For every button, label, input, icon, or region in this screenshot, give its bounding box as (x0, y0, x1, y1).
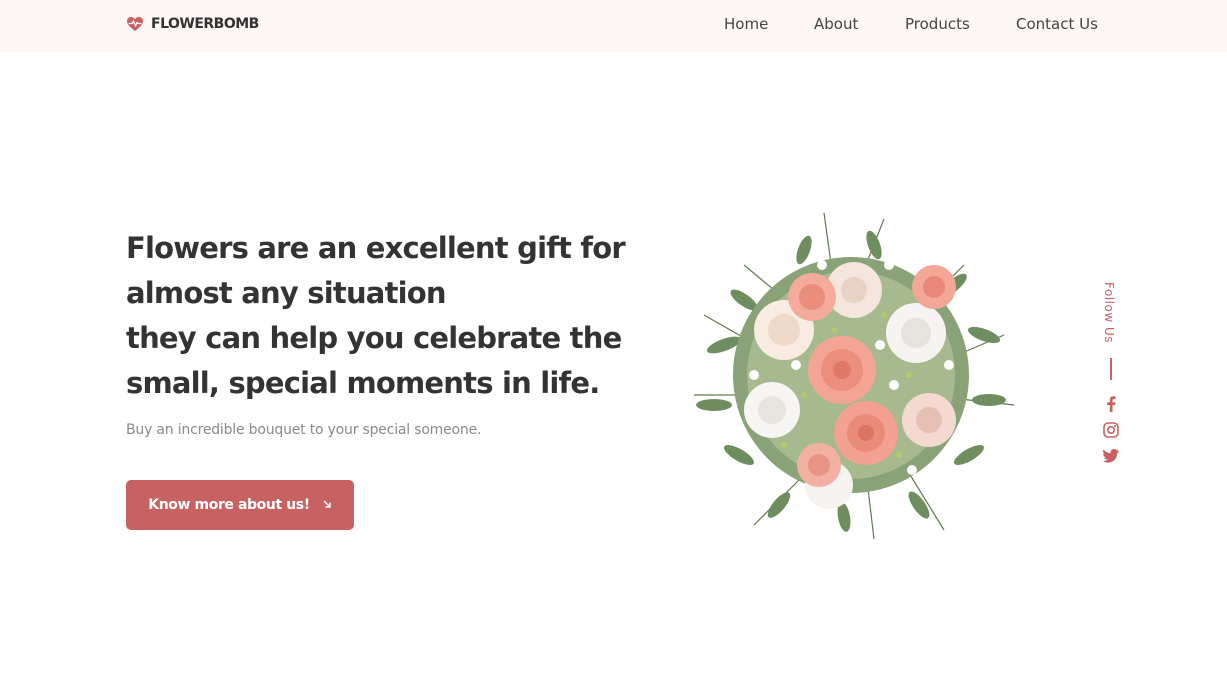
hero-title: Flowers are an excellent gift for almost… (126, 226, 646, 406)
know-more-button[interactable]: Know more about us! (126, 480, 354, 530)
nav-contact-link[interactable]: Contact Us (1016, 14, 1098, 34)
hero-title-line: small, special moments in life. (126, 366, 600, 400)
main-nav: Home About Products Contact Us (0, 14, 1227, 34)
nav-products-link[interactable]: Products (905, 14, 970, 34)
nav-home-link[interactable]: Home (724, 14, 768, 34)
hero-title-line: almost any situation (126, 276, 447, 310)
hero-title-line: they can help you celebrate the (126, 321, 622, 355)
navbar: FLOWERBOMB Home About Products Contact U… (0, 0, 1227, 52)
twitter-icon[interactable] (1103, 448, 1119, 464)
facebook-icon[interactable] (1103, 396, 1119, 412)
flower-bouquet-image (684, 205, 1018, 541)
arrow-down-right-icon (322, 499, 332, 511)
hero-subtitle: Buy an incredible bouquet to your specia… (126, 422, 482, 438)
follow-us-label: Follow Us (1102, 282, 1116, 343)
hero-title-line: Flowers are an excellent gift for (126, 231, 626, 265)
nav-about-link[interactable]: About (814, 14, 858, 34)
follow-us-panel: Follow Us (1098, 282, 1124, 472)
instagram-icon[interactable] (1103, 422, 1119, 438)
know-more-button-label: Know more about us! (148, 497, 310, 513)
follow-us-divider (1110, 358, 1112, 380)
